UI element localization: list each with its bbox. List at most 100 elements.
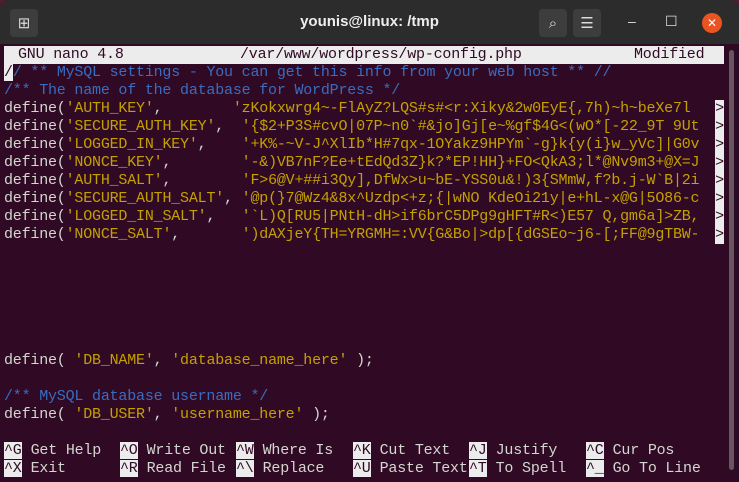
code-text: ,: [162, 172, 242, 189]
shortcut-item[interactable]: ^X Exit: [4, 460, 66, 478]
code-text: define(: [4, 226, 66, 243]
nano-header: GNU nano 4.8 /var/www/wordpress/wp-confi…: [4, 46, 724, 64]
string-literal: 'DB_NAME': [74, 352, 154, 369]
shortcut-item[interactable]: ^G Get Help: [4, 442, 101, 460]
code-text: define(: [4, 208, 66, 225]
shortcut-item[interactable]: ^T To Spell: [469, 460, 566, 478]
code-text: ,: [206, 208, 242, 225]
shortcut-label: Go To Line: [612, 460, 701, 477]
string-literal: 'SECURE_AUTH_SALT': [65, 190, 225, 207]
minimize-icon[interactable]: –: [628, 13, 636, 29]
string-literal: '+K%-~V-J^XlIb*H#7qx-1OYakz9HPYm`-g}k{y(…: [241, 136, 700, 153]
shortcut-label: Exit: [30, 460, 66, 477]
code-text: );: [303, 406, 330, 423]
line-continues-marker: >: [715, 100, 724, 118]
shortcut-label: Justify: [495, 442, 558, 459]
shortcut-label: Cur Pos: [612, 442, 675, 459]
shortcut-label: To Spell: [495, 460, 567, 477]
shortcut-key: ^G: [4, 442, 22, 459]
string-literal: ')dAXjeY{TH=YRGMH=:VV{G&Bo|>dp[{dGSEo~j6…: [241, 226, 700, 243]
line-continues-marker: >: [715, 208, 724, 226]
shortcut-item[interactable]: ^J Justify: [469, 442, 557, 460]
code-text: define(: [4, 190, 66, 207]
search-icon[interactable]: ⌕: [539, 9, 567, 37]
string-literal: 'AUTH_SALT': [65, 172, 163, 189]
code-text: define(: [4, 352, 75, 369]
shortcut-key: ^W: [236, 442, 254, 459]
shortcut-label: Write Out: [146, 442, 226, 459]
code-text: ,: [171, 226, 242, 243]
hamburger-menu-icon[interactable]: ☰: [573, 9, 601, 37]
shortcut-label: Replace: [262, 460, 325, 477]
code-text: ,: [215, 118, 242, 135]
shortcut-key: ^J: [469, 442, 487, 459]
string-literal: 'NONCE_SALT': [65, 226, 172, 243]
comment-line: /** The name of the database for WordPre…: [4, 82, 401, 99]
shortcut-key: ^C: [586, 442, 604, 459]
string-literal: '`L)Q[RU5|PNtH-dH>if6brC5DPg9gHFT#R<)E57…: [241, 208, 700, 225]
define-key-line: define('NONCE_KEY', '-&)VB7nF?Ee+tEdQd3Z…: [4, 154, 724, 172]
maximize-icon[interactable]: ☐: [665, 13, 678, 30]
shortcut-item[interactable]: ^K Cut Text: [353, 442, 450, 460]
string-literal: 'SECURE_AUTH_KEY': [65, 118, 216, 135]
code-text: );: [347, 352, 374, 369]
code-text: ,: [224, 190, 242, 207]
define-key-line: define('AUTH_KEY', 'zKokxwrg4~-FlAyZ?LQS…: [4, 100, 724, 118]
comment-line: /** MySQL database username */: [4, 388, 269, 405]
shortcut-key: ^R: [120, 460, 138, 477]
shortcut-label: Paste Text: [379, 460, 468, 477]
shortcut-key: ^_: [586, 460, 604, 477]
nano-editor[interactable]: GNU nano 4.8 /var/www/wordpress/wp-confi…: [0, 46, 727, 482]
define-key-line: define('LOGGED_IN_SALT', '`L)Q[RU5|PNtH-…: [4, 208, 724, 226]
code-text: define(: [4, 136, 66, 153]
close-icon[interactable]: ✕: [702, 13, 722, 33]
nano-version: GNU nano 4.8: [18, 46, 124, 63]
scrollbar[interactable]: [729, 50, 734, 470]
line-continues-marker: >: [715, 154, 724, 172]
shortcut-item[interactable]: ^U Paste Text: [353, 460, 468, 478]
string-literal: 'username_here': [171, 406, 304, 423]
terminal-window: ⊞ younis@linux: /tmp ⌕ ☰ – ☐ ✕ GNU nano …: [0, 0, 739, 482]
shortcut-label: Where Is: [262, 442, 334, 459]
shortcut-key: ^K: [353, 442, 371, 459]
shortcut-key: ^T: [469, 460, 487, 477]
string-literal: '{$2+P3S#cvO|07P~n0`#&jo]Gj[e~%gf$4G<(wO…: [241, 118, 700, 135]
code-text: define(: [4, 172, 66, 189]
shortcut-item[interactable]: ^C Cur Pos: [586, 442, 674, 460]
code-text: ,: [153, 352, 172, 369]
shortcut-label: Read File: [146, 460, 226, 477]
string-literal: 'AUTH_KEY': [65, 100, 154, 117]
text-cursor: /: [4, 64, 13, 81]
code-text: ,: [153, 100, 233, 117]
file-path: /var/www/wordpress/wp-config.php: [240, 46, 522, 63]
define-key-line: define('LOGGED_IN_KEY', '+K%-~V-J^XlIb*H…: [4, 136, 724, 154]
code-text: ,: [162, 154, 242, 171]
string-literal: 'LOGGED_IN_KEY': [65, 136, 198, 153]
title-bar: ⊞ younis@linux: /tmp ⌕ ☰ – ☐ ✕: [0, 0, 739, 44]
define-key-line: define('AUTH_SALT', 'F>6@V+##i3Qy],DfWx>…: [4, 172, 724, 190]
shortcut-item[interactable]: ^\ Replace: [236, 460, 324, 478]
shortcut-item[interactable]: ^W Where Is: [236, 442, 333, 460]
db-user-line: define( 'DB_USER', 'username_here' );: [4, 406, 724, 424]
shortcut-label: Get Help: [30, 442, 102, 459]
db-name-line: define( 'DB_NAME', 'database_name_here' …: [4, 352, 724, 370]
shortcut-item[interactable]: ^_ Go To Line: [586, 460, 701, 478]
define-key-line: define('SECURE_AUTH_SALT', '@p(}7@Wz4&8x…: [4, 190, 724, 208]
string-literal: 'zKokxwrg4~-FlAyZ?LQS#s#<r:Xiky&2w0EyE{,…: [232, 100, 691, 117]
shortcut-item[interactable]: ^R Read File: [120, 460, 226, 478]
string-literal: 'LOGGED_IN_SALT': [65, 208, 207, 225]
code-text: ,: [197, 136, 242, 153]
code-text: define(: [4, 100, 66, 117]
define-key-line: define('NONCE_SALT', ')dAXjeY{TH=YRGMH=:…: [4, 226, 724, 244]
shortcut-key: ^U: [353, 460, 371, 477]
string-literal: 'database_name_here': [171, 352, 348, 369]
code-text: define(: [4, 154, 66, 171]
string-literal: '-&)VB7nF?Ee+tEdQd3Z}k?*EP!HH}+FO<QkA3;l…: [241, 154, 700, 171]
shortcut-key: ^O: [120, 442, 138, 459]
shortcut-item[interactable]: ^O Write Out: [120, 442, 226, 460]
define-key-line: define('SECURE_AUTH_KEY', '{$2+P3S#cvO|0…: [4, 118, 724, 136]
comment-line: // ** MySQL settings - You can get this …: [4, 64, 612, 81]
string-literal: 'DB_USER': [74, 406, 154, 423]
code-text: define(: [4, 118, 66, 135]
code-text: ,: [153, 406, 172, 423]
